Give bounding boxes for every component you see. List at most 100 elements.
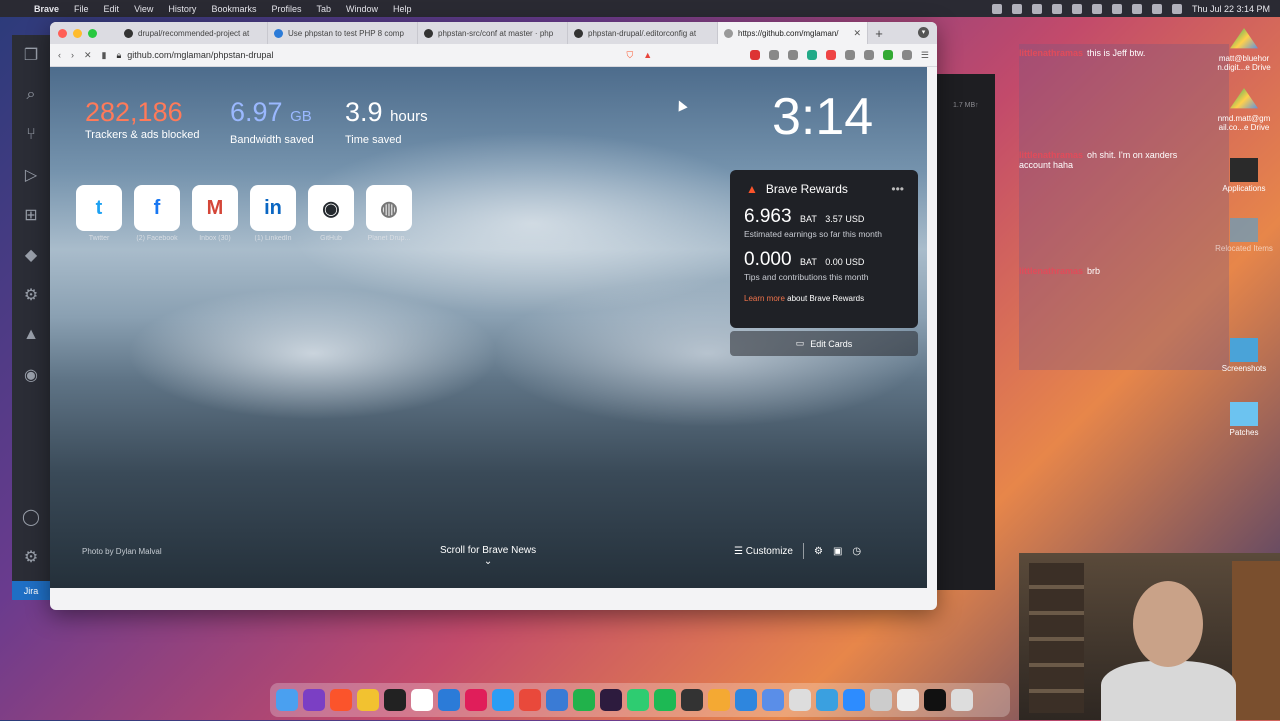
- extension-icon[interactable]: [882, 50, 893, 60]
- jira-status-item[interactable]: Jira: [12, 581, 50, 600]
- menu-file[interactable]: File: [74, 4, 89, 14]
- app-icon[interactable]: [519, 689, 541, 711]
- tab-use-phpstan[interactable]: Use phpstan to test PHP 8 comp: [268, 22, 418, 44]
- edit-cards-button[interactable]: ▭ Edit Cards: [730, 331, 918, 356]
- top-site-facebook[interactable]: f (2) Facebook: [134, 185, 180, 242]
- tray-app-icon[interactable]: [991, 3, 1002, 14]
- moon-icon[interactable]: [1091, 3, 1102, 14]
- history-icon[interactable]: ◷: [852, 546, 861, 557]
- extension-icon[interactable]: [806, 50, 817, 60]
- forward-icon[interactable]: ›: [71, 50, 74, 60]
- desktop-google-drive-1[interactable]: matt@bluehor n.digit...e Drive: [1213, 28, 1275, 72]
- desktop-patches[interactable]: Patches: [1213, 402, 1275, 437]
- run-debug-icon[interactable]: ▷: [12, 155, 50, 195]
- slack-icon[interactable]: [465, 689, 487, 711]
- menu-help[interactable]: Help: [393, 4, 412, 14]
- top-site-planet[interactable]: ◍ Planet Drup...: [366, 185, 412, 242]
- app-icon[interactable]: [924, 689, 946, 711]
- more-options-icon[interactable]: •••: [891, 182, 904, 196]
- manage-gear-icon[interactable]: ⚙: [12, 537, 50, 577]
- top-site-github[interactable]: ◉ GitHub: [308, 185, 354, 242]
- search-icon[interactable]: [1151, 3, 1162, 14]
- menu-bookmarks[interactable]: Bookmarks: [211, 4, 256, 14]
- learn-more-link[interactable]: Learn more: [744, 294, 785, 303]
- puzzle-icon[interactable]: [901, 50, 912, 60]
- app-icon[interactable]: [735, 689, 757, 711]
- battery-icon[interactable]: [1111, 3, 1122, 14]
- control-center-icon[interactable]: [1171, 3, 1182, 14]
- menu-window[interactable]: Window: [346, 4, 378, 14]
- app-icon[interactable]: [303, 689, 325, 711]
- gear-icon[interactable]: ⚙: [12, 275, 50, 315]
- tray-app-icon[interactable]: [1031, 3, 1042, 14]
- extension-icon[interactable]: [749, 50, 760, 60]
- app-icon[interactable]: [546, 689, 568, 711]
- scroll-for-news[interactable]: Scroll for Brave News ⌄: [440, 545, 536, 567]
- tab-search-icon[interactable]: ▾: [918, 27, 929, 38]
- settings-gear-icon[interactable]: ⚙: [814, 546, 823, 557]
- chrome-icon[interactable]: [357, 689, 379, 711]
- desktop-relocated-items[interactable]: Relocated Items: [1213, 218, 1275, 253]
- explorer-icon[interactable]: ❐: [12, 35, 50, 75]
- app-icon[interactable]: [492, 689, 514, 711]
- jira-icon[interactable]: ▲: [12, 315, 50, 355]
- app-icon[interactable]: [627, 689, 649, 711]
- dropbox-icon[interactable]: [1011, 3, 1022, 14]
- close-window-button[interactable]: [58, 28, 67, 38]
- extensions-icon[interactable]: ⊞: [12, 195, 50, 235]
- source-control-icon[interactable]: ⑂: [12, 115, 50, 155]
- new-tab-button[interactable]: +: [868, 26, 890, 41]
- desktop-google-drive-2[interactable]: nmd.matt@gm ail.co...e Drive: [1213, 88, 1275, 132]
- menu-edit[interactable]: Edit: [104, 4, 120, 14]
- docker-icon[interactable]: [816, 689, 838, 711]
- trash-icon[interactable]: [951, 689, 973, 711]
- notion-icon[interactable]: [411, 689, 433, 711]
- close-tab-icon[interactable]: ✕: [853, 28, 861, 39]
- document-icon[interactable]: [897, 689, 919, 711]
- extension-icon[interactable]: [863, 50, 874, 60]
- app-icon[interactable]: [762, 689, 784, 711]
- top-site-linkedin[interactable]: in (1) LinkedIn: [250, 185, 296, 242]
- tab-phpstan-src[interactable]: phpstan-src/conf at master · php: [418, 22, 568, 44]
- tab-active-github[interactable]: https://github.com/mglaman/ ✕: [718, 22, 868, 44]
- desktop-applications[interactable]: Applications: [1213, 158, 1275, 193]
- extension-icon[interactable]: [768, 50, 779, 60]
- phpstorm-icon[interactable]: [600, 689, 622, 711]
- app-icon[interactable]: [708, 689, 730, 711]
- brave-rewards-icon[interactable]: ▲: [643, 50, 652, 60]
- terminal-icon[interactable]: [384, 689, 406, 711]
- desktop-screenshots[interactable]: Screenshots: [1213, 338, 1275, 373]
- photo-credit[interactable]: Photo by Dylan Malval: [82, 547, 162, 556]
- account-icon[interactable]: ◯: [12, 497, 50, 537]
- menu-profiles[interactable]: Profiles: [271, 4, 301, 14]
- vscode-icon[interactable]: [438, 689, 460, 711]
- customize-button[interactable]: ☰ Customize: [734, 546, 793, 557]
- tray-app-icon[interactable]: [1051, 3, 1062, 14]
- tab-recommended-project[interactable]: drupal/recommended-project at: [118, 22, 268, 44]
- tab-editorconfig[interactable]: phpstan-drupal/.editorconfig at: [568, 22, 718, 44]
- menubar-clock[interactable]: Thu Jul 22 3:14 PM: [1192, 4, 1270, 14]
- tray-app-icon[interactable]: [1071, 3, 1082, 14]
- menu-tab[interactable]: Tab: [316, 4, 331, 14]
- address-bar[interactable]: 🔒︎ github.com/mglaman/phpstan-drupal: [117, 50, 617, 61]
- menu-history[interactable]: History: [168, 4, 196, 14]
- brave-icon[interactable]: [330, 689, 352, 711]
- app-icon[interactable]: [573, 689, 595, 711]
- evernote-icon[interactable]: [681, 689, 703, 711]
- app-icon[interactable]: [870, 689, 892, 711]
- finder-icon[interactable]: [276, 689, 298, 711]
- minimize-window-button[interactable]: [73, 28, 82, 38]
- wifi-icon[interactable]: [1131, 3, 1142, 14]
- top-site-twitter[interactable]: t Twitter: [76, 185, 122, 242]
- extension-icon[interactable]: [825, 50, 836, 60]
- top-site-gmail[interactable]: M Inbox (30): [192, 185, 238, 242]
- stop-loading-icon[interactable]: ✕: [84, 50, 92, 61]
- bookmark-icon[interactable]: ▮: [102, 50, 107, 61]
- extension-icon[interactable]: [787, 50, 798, 60]
- bookmarks-icon[interactable]: ▣: [833, 546, 842, 557]
- menu-icon[interactable]: ☰: [921, 50, 929, 61]
- search-icon[interactable]: ⌕: [12, 75, 50, 115]
- app-icon[interactable]: [789, 689, 811, 711]
- menu-app-name[interactable]: Brave: [34, 4, 59, 14]
- docker-icon[interactable]: ◆: [12, 235, 50, 275]
